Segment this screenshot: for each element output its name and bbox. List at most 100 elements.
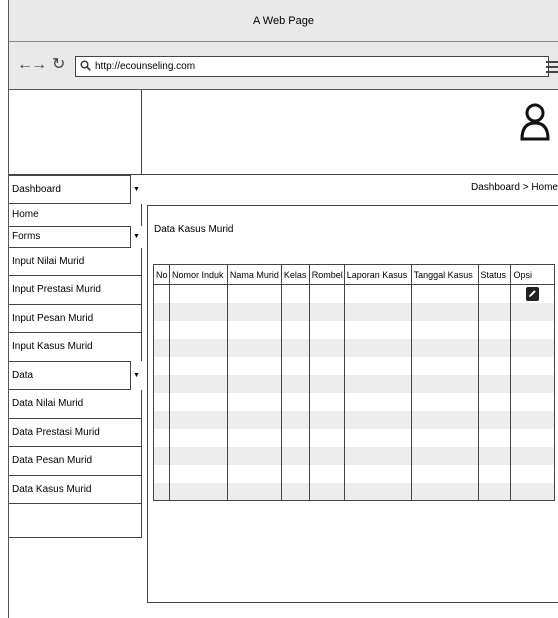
dropdown-arrow-icon[interactable]: ▼ [130,225,142,248]
user-avatar-icon[interactable] [519,102,551,145]
table-cell [308,320,345,339]
table-cell [168,320,228,339]
reload-icon[interactable]: ↻ [52,57,65,73]
table-cell [168,374,228,393]
table-cell [153,320,170,339]
table-cell [153,302,170,321]
sidebar-item-dashboard[interactable]: Dashboard ▼ [9,175,142,204]
table-cell [308,356,345,375]
table-cell [343,356,412,375]
table-cell [477,482,512,501]
table-cell [410,464,479,483]
table-cell [343,392,412,411]
table-cell [226,428,282,447]
table-cell [280,392,310,411]
sidebar-item-data[interactable]: Data ▼ [9,360,142,390]
table-cell [477,428,512,447]
table-cell [226,482,282,501]
table-cell [510,338,555,357]
table-cell [226,302,282,321]
table-cell [477,374,512,393]
address-bar[interactable]: http://ecounseling.com [75,56,549,77]
table-cell [410,392,479,411]
table-cell [343,482,412,501]
header-area [142,90,558,175]
table-cell [343,302,412,321]
sidebar-item-home[interactable]: Home [9,203,142,226]
table-cell [168,284,228,303]
table-cell [280,284,310,303]
table-cell [153,428,170,447]
table-cell [343,464,412,483]
table-cell [308,446,345,465]
table-cell [477,464,512,483]
table-cell [168,302,228,321]
table-cell [410,482,479,501]
table-cell [153,392,170,411]
sidebar-item-input-kasus-murid[interactable]: Input Kasus Murid [9,333,142,362]
table-cell [168,392,228,411]
table-cell [280,338,310,357]
sidebar-item-data-pesan-murid[interactable]: Data Pesan Murid [9,447,142,476]
sidebar-item-data-kasus-murid[interactable]: Data Kasus Murid [9,475,142,504]
table-cell [308,374,345,393]
logo-area [9,90,142,175]
table-cell [343,446,412,465]
table-cell [510,446,555,465]
table-cell [308,410,345,429]
sidebar-empty-slot [9,504,142,538]
table-cell [168,464,228,483]
table-row [153,464,555,483]
table-row [153,320,555,339]
table-cell [477,284,512,303]
sidebar-item-input-nilai-murid[interactable]: Input Nilai Murid [9,247,142,276]
table-cell [510,428,555,447]
table-row [153,410,555,429]
table-cell [153,482,170,501]
table-cell [510,356,555,375]
table-cell [308,338,345,357]
table-cell [343,284,412,303]
table-cell [153,356,170,375]
column-header-status: Status [477,264,512,285]
column-header-nama-murid: Nama Murid [226,264,282,285]
cases-table: No Nomor Induk Nama Murid Kelas Rombel L… [153,264,555,501]
sidebar-item-input-pesan-murid[interactable]: Input Pesan Murid [9,304,142,333]
table-cell [510,464,555,483]
dropdown-arrow-icon[interactable]: ▼ [130,175,142,204]
sidebar-item-data-prestasi-murid[interactable]: Data Prestasi Murid [9,418,142,447]
table-cell [168,410,228,429]
table-cell [168,338,228,357]
table-row [153,374,555,393]
table-cell [153,338,170,357]
table-cell [168,446,228,465]
table-cell [343,428,412,447]
edit-pencil-icon[interactable] [526,286,540,301]
sidebar-item-data-nilai-murid[interactable]: Data Nilai Murid [9,390,142,419]
table-cell [510,392,555,411]
sidebar-item-input-prestasi-murid[interactable]: Input Prestasi Murid [9,276,142,305]
sidebar-item-forms[interactable]: Forms ▼ [9,225,142,248]
table-cell [308,464,345,483]
dropdown-arrow-icon[interactable]: ▼ [130,360,142,390]
table-row [153,338,555,357]
table-cell [410,428,479,447]
table-cell [280,410,310,429]
table-row [153,392,555,411]
content-panel: Data Kasus Murid No Nomor Induk Nama Mur… [147,205,558,603]
window-title: A Web Page [253,14,314,27]
table-cell [410,356,479,375]
table-cell [477,446,512,465]
table-row [153,428,555,447]
hamburger-menu-icon[interactable] [546,56,558,77]
column-header-rombel: Rombel [308,264,345,285]
table-cell [343,410,412,429]
table-cell [410,320,479,339]
table-cell [226,464,282,483]
table-cell [510,302,555,321]
table-cell [410,374,479,393]
table-cell [510,410,555,429]
table-cell [168,428,228,447]
table-cell [226,356,282,375]
arrow-right-icon[interactable]: → [31,57,47,73]
